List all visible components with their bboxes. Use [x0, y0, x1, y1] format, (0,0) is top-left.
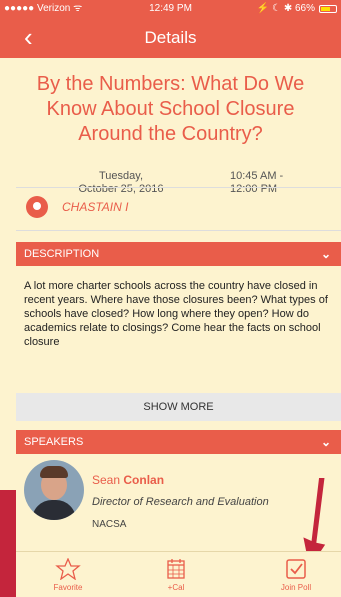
star-icon	[55, 558, 81, 580]
header-bar: ●●●●● Verizon ᯤ 12:49 PM ⚡ ☾ ✱ 66% ‹ Det…	[0, 0, 341, 58]
session-end-time: 12:00 PM	[230, 183, 278, 195]
calendar-icon	[167, 559, 185, 579]
tab-bar: Favorite +Cal Join Poll	[16, 551, 341, 597]
speaker-last-name: Conlan	[123, 473, 165, 487]
divider	[16, 230, 341, 231]
chevron-down-icon[interactable]: ⌄	[321, 242, 331, 266]
location-pin-icon	[26, 196, 48, 218]
battery-level	[321, 7, 330, 11]
description-section-header[interactable]: DESCRIPTION ⌄	[16, 242, 341, 266]
session-weekday: Tuesday,	[98, 170, 144, 182]
speaker-name[interactable]: Sean Conlan	[92, 473, 164, 487]
page-title: Details	[144, 28, 197, 47]
status-icons: ⚡ ☾ ✱ 66%	[256, 3, 315, 14]
tab-join-poll[interactable]: Join Poll	[256, 552, 336, 597]
annotation-block	[0, 490, 16, 597]
tab-favorite-label: Favorite	[53, 583, 83, 592]
battery-icon	[319, 5, 337, 13]
show-more-button[interactable]: SHOW MORE	[16, 393, 341, 421]
speaker-first-name: Sean	[92, 473, 121, 487]
speaker-role: Director of Research and Evaluation	[92, 496, 269, 508]
session-date-value: October 25, 2016	[78, 183, 164, 195]
session-time: 10:45 AM - 12:00 PM	[230, 170, 310, 196]
location-link[interactable]: CHASTAIN I	[62, 200, 128, 214]
status-bar: ●●●●● Verizon ᯤ 12:49 PM ⚡ ☾ ✱ 66%	[0, 0, 341, 18]
speakers-header-label: SPEAKERS	[24, 436, 84, 448]
speakers-section-header[interactable]: SPEAKERS ⌄	[16, 430, 341, 454]
description-header-label: DESCRIPTION	[24, 248, 100, 260]
chevron-down-icon[interactable]: ⌄	[321, 430, 331, 454]
tab-favorite[interactable]: Favorite	[28, 552, 108, 597]
session-date: Tuesday, October 25, 2016	[66, 170, 176, 196]
speaker-org: NACSA	[92, 519, 127, 530]
tab-cal-label: +Cal	[167, 583, 185, 592]
avatar[interactable]	[24, 460, 84, 520]
checkbox-icon	[286, 559, 306, 579]
session-title: By the Numbers: What Do We Know About Sc…	[36, 73, 305, 145]
tab-add-calendar[interactable]: +Cal	[136, 552, 216, 597]
session-start-time: 10:45 AM -	[230, 170, 284, 182]
tab-poll-label: Join Poll	[280, 583, 312, 592]
description-text: A lot more charter schools across the co…	[24, 280, 328, 348]
divider	[16, 187, 341, 188]
